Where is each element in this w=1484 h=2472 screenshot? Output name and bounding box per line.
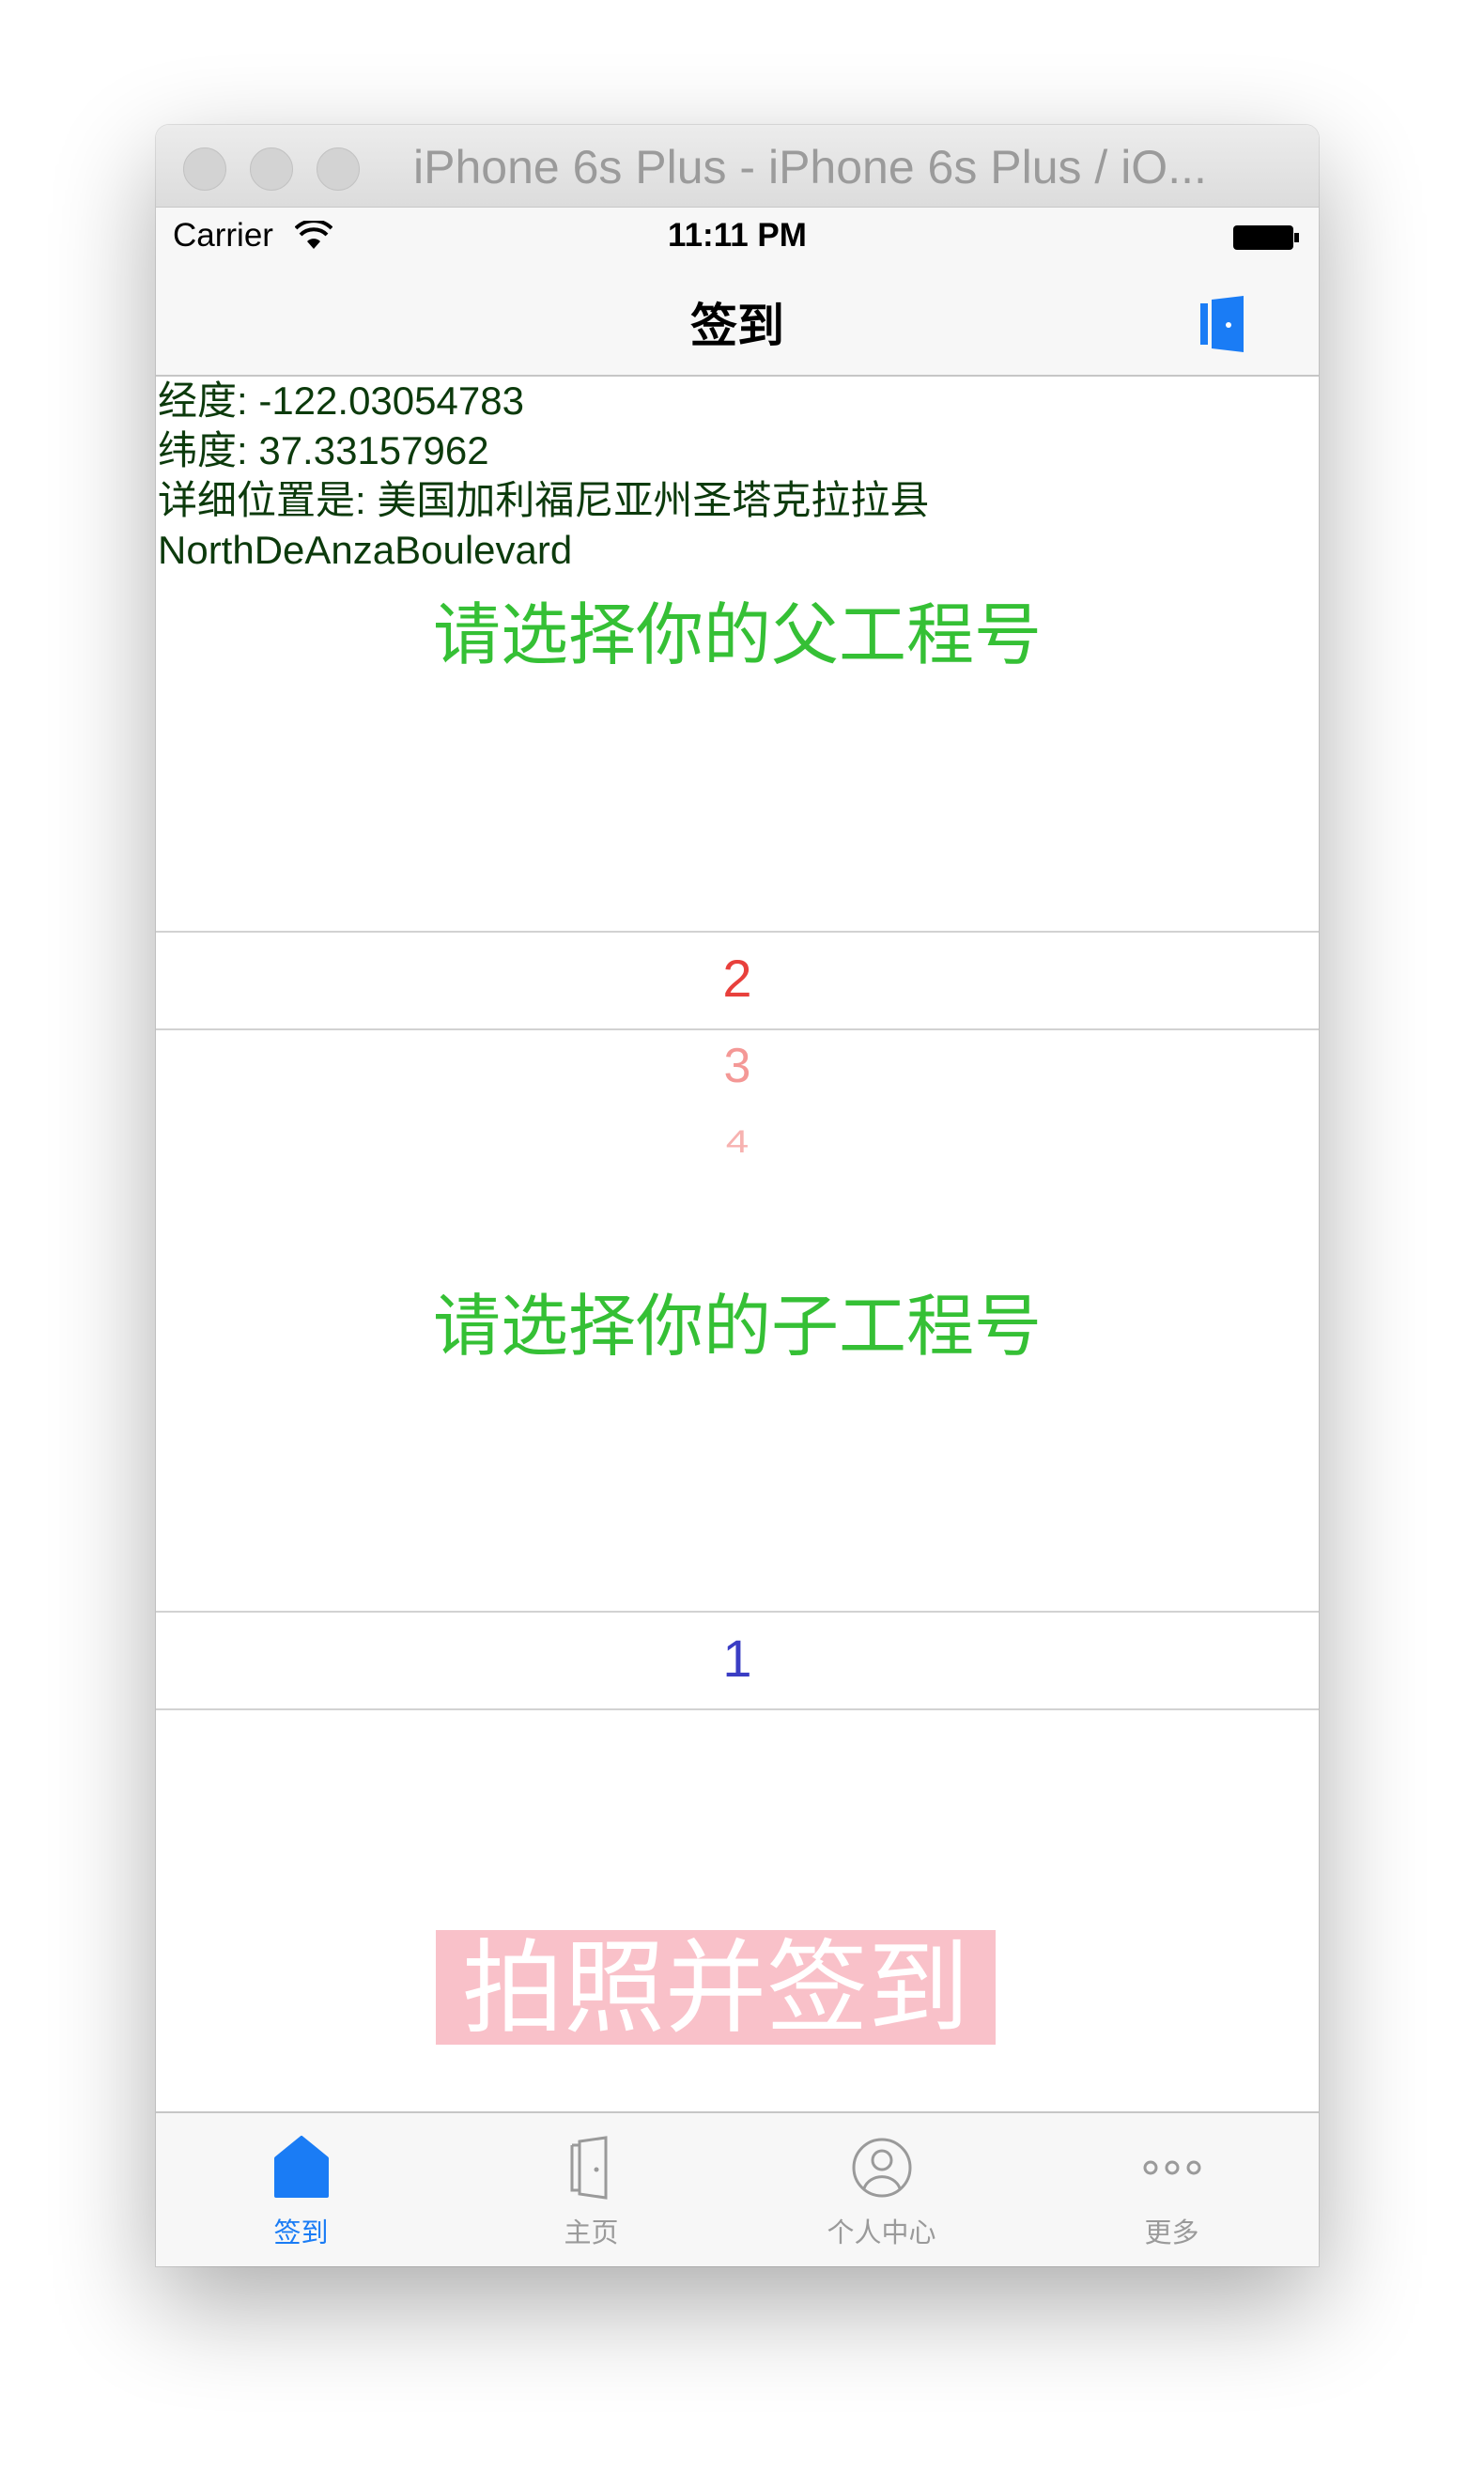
exit-door-icon[interactable] — [1198, 294, 1247, 354]
parent-picker-option[interactable]: 3 — [156, 1038, 1319, 1094]
tab-label: 个人中心 — [827, 2218, 936, 2248]
page-title: 签到 — [690, 300, 784, 352]
picker-selection-line — [156, 1028, 1319, 1030]
parent-picker-option[interactable]: 4 — [156, 1124, 1319, 1161]
latitude-label: 纬度: 37.33157962 — [158, 428, 489, 472]
tab-label: 主页 — [564, 2218, 619, 2248]
minimize-window-button[interactable] — [250, 147, 293, 191]
parent-project-title: 请选择你的父工程号 — [432, 598, 1042, 673]
house-icon — [274, 2136, 329, 2198]
tab-label: 更多 — [1144, 2218, 1199, 2248]
more-dots-icon — [1143, 2160, 1201, 2175]
child-picker-selected[interactable]: 1 — [156, 1628, 1319, 1689]
tab-profile[interactable]: 个人中心 — [736, 2113, 1027, 2266]
address-street-label: NorthDeAnzaBoulevard — [158, 528, 573, 572]
person-icon — [852, 2138, 912, 2198]
window-title: iPhone 6s Plus - iPhone 6s Plus / iO... — [413, 141, 1207, 193]
window-titlebar: iPhone 6s Plus - iPhone 6s Plus / iO... — [156, 125, 1319, 208]
battery-icon — [1233, 225, 1299, 250]
picker-selection-line — [156, 1708, 1319, 1710]
tab-more[interactable]: 更多 — [1027, 2113, 1317, 2266]
tab-label: 签到 — [273, 2218, 329, 2248]
simulator-window: iPhone 6s Plus - iPhone 6s Plus / iO... … — [156, 125, 1319, 2266]
device-screen: Carrier 11:11 PM 签到 经度: -122.03054783 纬度… — [156, 208, 1319, 2266]
picker-selection-line — [156, 1611, 1319, 1613]
zoom-window-button[interactable] — [317, 147, 360, 191]
parent-picker-selected[interactable]: 2 — [156, 948, 1319, 1009]
checkin-content: 经度: -122.03054783 纬度: 37.33157962 详细位置是:… — [156, 377, 1319, 2111]
tab-checkin[interactable]: 签到 — [156, 2113, 446, 2266]
longitude-label: 经度: -122.03054783 — [158, 379, 524, 423]
picker-selection-line — [156, 931, 1319, 933]
photo-checkin-button[interactable]: 拍照并签到 — [436, 1930, 996, 2045]
door-icon — [570, 2136, 608, 2200]
status-bar: Carrier 11:11 PM — [156, 208, 1319, 268]
child-project-title: 请选择你的子工程号 — [432, 1290, 1042, 1365]
tab-bar: 签到 主页 个人中心 更多 — [156, 2111, 1319, 2266]
navigation-bar: 签到 — [156, 268, 1319, 377]
close-window-button[interactable] — [183, 147, 226, 191]
address-label: 详细位置是: 美国加利福尼亚州圣塔克拉拉县 — [158, 478, 930, 522]
tab-home[interactable]: 主页 — [446, 2113, 736, 2266]
status-time: 11:11 PM — [668, 217, 807, 254]
